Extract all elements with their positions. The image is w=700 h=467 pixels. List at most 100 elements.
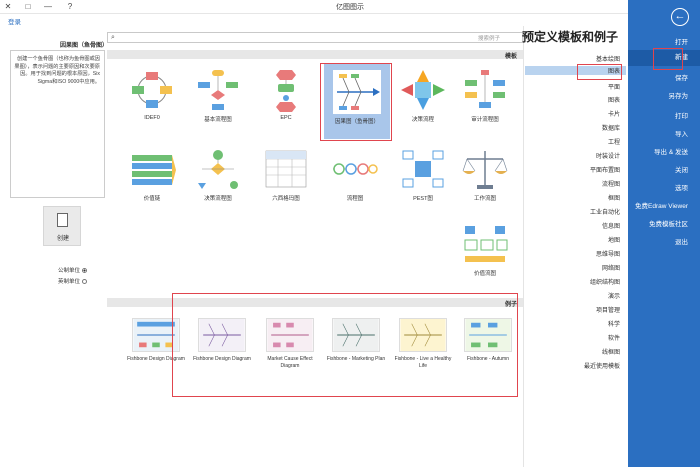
six-sigma-icon [265, 150, 307, 188]
value-stream-icon [464, 226, 508, 262]
templates-section-label: 模板 [504, 54, 517, 60]
example-tile[interactable]: Fishbone - Autumn [457, 318, 519, 363]
category-item[interactable]: 线框图 [602, 347, 620, 356]
process-diagram-icon [333, 163, 378, 175]
example-tile[interactable]: Market Cause Effect Diagram [259, 318, 321, 370]
nav-item-export-send[interactable]: 导出 & 发送 [654, 146, 688, 156]
category-item[interactable]: 项目管理 [596, 305, 620, 314]
imperial-radio[interactable] [82, 279, 88, 285]
nav-item-new[interactable]: 新建 [628, 50, 700, 66]
category-item[interactable]: 地图 [608, 235, 620, 244]
template-tile[interactable]: EPC [255, 68, 317, 121]
nav-item-edraw-viewer[interactable]: 免费Edraw Viewer [635, 200, 688, 210]
search-icon[interactable]: ⌕ [111, 34, 115, 42]
category-item[interactable]: 软件 [608, 333, 620, 342]
category-item[interactable]: 流程图 [602, 179, 620, 188]
category-item[interactable]: 组织结构图 [590, 277, 620, 286]
template-label: 流程图 [346, 196, 364, 202]
example-label: Market Cause Effect Diagram [267, 356, 313, 369]
template-tile[interactable]: IDEF0 [121, 68, 183, 121]
login-link[interactable]: 登录 [8, 16, 21, 26]
template-tile-selected[interactable]: 因果图（鱼骨图） [324, 64, 390, 139]
template-label: IDEF0 [144, 115, 160, 121]
search-input[interactable]: 搜索例子 [478, 34, 500, 42]
market-cause-thumb [266, 318, 314, 352]
metric-units-label: 公制单位 [58, 268, 81, 274]
category-item[interactable]: 平面布置图 [590, 165, 620, 174]
template-label: 基本流程图 [204, 117, 232, 123]
template-tile[interactable]: 决策流程 [392, 68, 454, 123]
nav-item-close[interactable]: 关闭 [675, 164, 688, 174]
nav-item-save-as[interactable]: 另存为 [669, 90, 689, 100]
category-item[interactable]: 工业自动化 [590, 207, 620, 216]
file-menu-sidebar: ← 打开 新建 保存 另存为 打印 导入 导出 & 发送 关闭 选项 免费Edr… [628, 0, 700, 467]
category-item[interactable]: 卡片 [608, 109, 620, 118]
fishbone-autumn-thumb [464, 318, 512, 352]
template-tile[interactable]: 六西格玛图 [255, 147, 317, 202]
template-label: PEST图 [413, 196, 433, 202]
metric-units-option[interactable]: 公制单位 [58, 266, 88, 274]
preview-description: 创建一个鱼骨图（也称为鱼骨图或因果图），表示问题的主要原因和次要原因。用于找到问… [14, 56, 100, 85]
templates-section-header: 模板 [107, 50, 523, 60]
category-item[interactable]: 演示 [608, 291, 620, 300]
example-tile[interactable]: Fishbone - Marketing Plan [325, 318, 387, 363]
category-item[interactable]: 时装设计 [596, 151, 620, 160]
search-bar[interactable]: ⌕ 搜索例子 [107, 32, 523, 43]
imperial-units-label: 英制单位 [58, 279, 81, 285]
example-tile[interactable]: Fishbone - Live a Healthy Life [392, 318, 454, 370]
nav-item-options[interactable]: 选项 [675, 182, 688, 192]
category-item[interactable]: 信息图 [602, 221, 620, 230]
category-item-selected[interactable]: 图表 [525, 66, 626, 75]
nav-item-template-community[interactable]: 免费模板社区 [649, 218, 688, 228]
category-list-title: 预定义模板和例子 [521, 30, 618, 44]
template-tile[interactable]: 决策流程图 [187, 147, 249, 202]
nav-item-print[interactable]: 打印 [675, 110, 688, 120]
back-arrow-icon[interactable]: ← [671, 8, 689, 26]
example-label: Fishbone - Live a Healthy Life [394, 356, 452, 369]
template-tile[interactable]: 流程图 [324, 147, 386, 202]
window-title: 亿图图示 [336, 4, 364, 11]
template-tile[interactable]: 价值链 [121, 147, 183, 202]
template-label: 因果图（鱼骨图） [334, 119, 379, 125]
template-tile[interactable]: 审计流程图 [454, 68, 516, 123]
category-item[interactable]: 基本绘图 [596, 54, 620, 63]
category-item[interactable]: 思维导图 [596, 249, 620, 258]
category-item[interactable]: 数据库 [602, 123, 620, 132]
basic-flowchart-icon [198, 70, 238, 110]
template-label: 工作流图 [473, 196, 496, 202]
imperial-units-option[interactable]: 英制单位 [58, 277, 88, 285]
template-label: 决策流程图 [204, 196, 232, 202]
examples-section-header: 例子 [107, 298, 523, 308]
template-tile[interactable]: PEST图 [392, 147, 454, 202]
fishbone-design2-thumb [132, 318, 180, 352]
example-tile[interactable]: Fishbone Design Diagram [125, 318, 187, 363]
template-tile[interactable]: 基本流程图 [187, 68, 249, 123]
create-button[interactable]: 创建 [43, 206, 81, 246]
category-item[interactable]: 工程 [608, 137, 620, 146]
nav-item-open[interactable]: 打开 [675, 36, 688, 46]
left-panel: 登录 因果图（鱼骨图） 创建一个鱼骨图（也称为鱼骨图或因果图），表示问题的主要原… [0, 14, 109, 467]
fishbone-marketing-thumb [332, 318, 380, 352]
example-tile[interactable]: Fishbone Design Diagram [191, 318, 253, 363]
decision-flowchart-icon [198, 150, 238, 189]
template-tile[interactable]: 工作流图 [454, 147, 516, 202]
title-bar: ✕ □ — ? 亿图图示 [0, 0, 700, 14]
category-item[interactable]: 框图 [608, 193, 620, 202]
workflow-icon [462, 151, 508, 189]
category-item[interactable]: 平面 [608, 82, 620, 91]
template-tile[interactable]: 价值流图 [454, 222, 516, 277]
nav-item-save[interactable]: 保存 [675, 72, 688, 82]
category-item[interactable]: 科学 [608, 319, 620, 328]
examples-section-label: 例子 [504, 302, 517, 308]
nav-item-exit[interactable]: 退出 [675, 236, 688, 246]
category-list: 预定义模板和例子 基本绘图 图表 平面 图表 卡片 数据库 工程 时装设计 平面… [521, 26, 626, 467]
category-item[interactable]: 网络图 [602, 263, 620, 272]
metric-radio[interactable] [82, 268, 88, 274]
template-label: 审计流程图 [471, 117, 499, 123]
nav-item-import[interactable]: 导入 [675, 128, 688, 138]
category-item[interactable]: 图表 [608, 95, 620, 104]
preview-title: 因果图（鱼骨图） [60, 43, 109, 49]
category-item[interactable]: 最近使用模板 [584, 361, 620, 370]
template-label: EPC [280, 115, 292, 121]
fishbone-diagram-icon [333, 70, 381, 114]
